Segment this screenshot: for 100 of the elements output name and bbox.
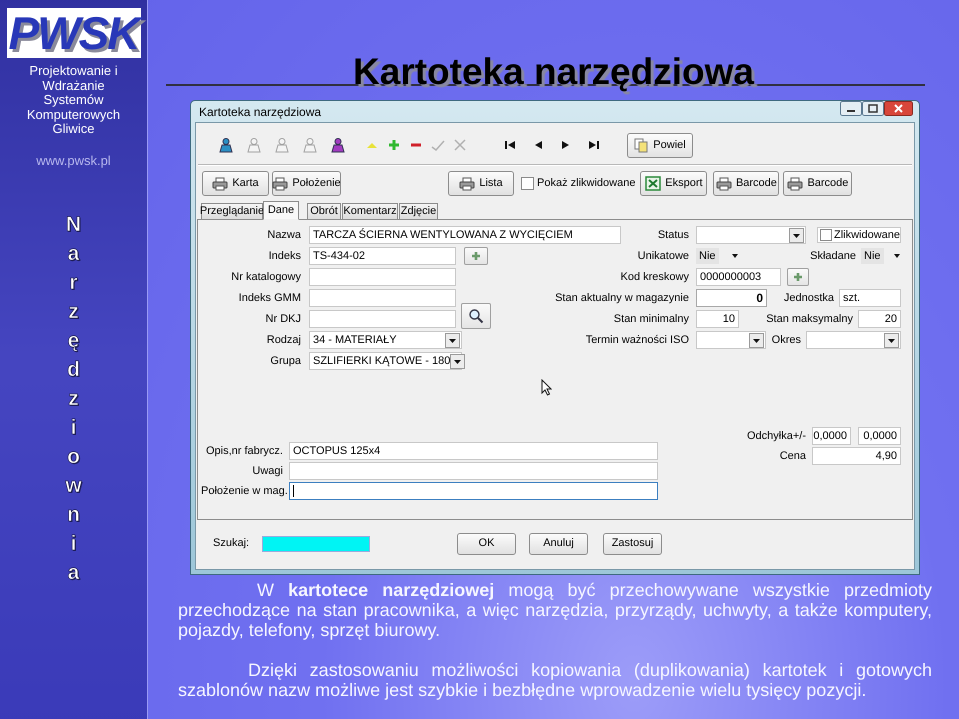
text-cursor — [293, 485, 294, 497]
dialog-button[interactable]: Zastosuj — [603, 532, 662, 554]
text-field[interactable] — [289, 482, 658, 500]
person-icon[interactable] — [218, 137, 234, 153]
search-field[interactable] — [262, 536, 370, 552]
text-field[interactable]: TS-434-02 — [309, 247, 456, 265]
printer-icon — [459, 176, 476, 190]
vertical-title: Narzędziownia — [65, 212, 82, 586]
text-field[interactable]: 20 — [858, 310, 901, 328]
text-field[interactable]: OCTOPUS 125x4 — [289, 442, 658, 460]
text-field[interactable]: 0,0000 — [858, 427, 901, 445]
field-label: Nr DKJ — [264, 312, 301, 327]
logo: PWSK — [6, 8, 140, 58]
field-label: Składane — [810, 248, 856, 264]
field-label: Opis,nr fabrycz. — [204, 444, 283, 459]
dropdown-value: SZLIFIERKI KĄTOWE - 180 — [313, 354, 450, 369]
spreadsheet-icon — [645, 176, 662, 191]
field-label: Status — [656, 228, 689, 243]
field-label: Stan aktualny w magazynie — [554, 290, 689, 306]
field-label: Unikatowe — [636, 248, 689, 264]
close-button[interactable] — [884, 101, 913, 116]
checkbox[interactable] — [820, 229, 832, 241]
dropdown[interactable]: Nie — [696, 248, 739, 264]
minimize-button[interactable] — [840, 101, 862, 116]
paragraph: Dzięki zastosowaniu możliwości kopiowania (duplikowania) kartotek i gotowych szablonów nazw możliwe jest szybkie i bezbłędne wprowadzenie wielu tysięcy pozycji. — [178, 660, 932, 700]
print-button[interactable]: Położenie — [272, 171, 341, 196]
caret-icon — [731, 253, 739, 259]
text-field[interactable]: 0000000003 — [696, 268, 781, 286]
checkbox[interactable] — [521, 177, 534, 190]
website-address[interactable]: www.pwsk.pl — [36, 152, 111, 168]
caret-icon — [893, 253, 901, 259]
printer-icon — [787, 176, 804, 190]
print-button[interactable]: Barcode — [783, 171, 852, 196]
tab[interactable]: Komentarz — [342, 203, 398, 219]
dialog-button[interactable]: OK — [457, 532, 516, 554]
field-label: Termin ważności ISO — [584, 332, 689, 348]
company-name-line: Komputerowych — [26, 108, 120, 122]
field-label: Odchyłka+/- — [747, 428, 806, 444]
slide-title: Kartoteka narzędziowa — [353, 52, 754, 92]
company-name-line: Wdrażanie — [42, 78, 105, 93]
maximize-button[interactable] — [862, 101, 884, 116]
field-label: Indeks — [268, 248, 301, 264]
printer-icon — [272, 176, 288, 190]
export-button[interactable]: Eksport — [640, 171, 708, 196]
company-name-line: Systemów — [44, 93, 104, 108]
copy-button[interactable]: Powiel — [627, 132, 693, 158]
field-label: Nr katalogowy — [230, 270, 301, 285]
field-label: Indeks GMM — [238, 290, 301, 306]
field-label: Kod kreskowy — [620, 270, 689, 285]
text-field[interactable]: 0,0000 — [812, 427, 851, 445]
search-button[interactable] — [461, 303, 491, 329]
dropdown[interactable]: 34 - MATERIAŁY — [309, 331, 462, 349]
field-label: Grupa — [269, 354, 301, 369]
add-button[interactable] — [787, 268, 809, 286]
dropdown[interactable]: Nie — [861, 248, 901, 264]
field-label: Szukaj: — [213, 536, 250, 552]
field-label: Stan maksymalny — [766, 312, 853, 327]
print-button[interactable]: Karta — [202, 171, 269, 196]
checkbox-label: Zlikwidowane — [834, 228, 900, 243]
text-field[interactable] — [309, 289, 456, 307]
field-label: Okres — [772, 332, 801, 348]
tab[interactable]: Zdjęcie — [399, 203, 438, 219]
search-icon — [468, 308, 484, 324]
add-button[interactable] — [464, 247, 488, 265]
paragraph: W kartotece narzędziowej mogą być przechowywane wszystkie przedmioty przechodzące na stan pracownika, a więc narzędzia, przyrządy, uchwyty, a także komputery, pojazdy, telefony, sprzęt biurowy. — [178, 580, 932, 640]
text-field[interactable]: 10 — [696, 310, 739, 328]
dropdown-value: Nie — [861, 248, 884, 264]
field-label: Nazwa — [266, 228, 301, 243]
documents-icon — [634, 138, 648, 152]
person-icon[interactable] — [330, 137, 346, 153]
tab[interactable]: Obrót — [307, 203, 341, 219]
tab[interactable]: Przeglądanie — [201, 203, 263, 219]
plus-icon[interactable] — [386, 137, 402, 153]
print-button[interactable]: Barcode — [713, 171, 780, 196]
field-label: Jednostka — [784, 290, 834, 306]
readonly-field[interactable]: 0 — [696, 289, 767, 307]
dropdown-value: 34 - MATERIAŁY — [313, 332, 397, 348]
field-label: Rodzaj — [266, 332, 301, 348]
text-field[interactable]: TARCZA ŚCIERNA WENTYLOWANA Z WYCIĘCIEM — [309, 226, 621, 244]
dropdown-value: Nie — [696, 248, 719, 264]
tab[interactable]: Dane — [263, 201, 299, 220]
field-label: Stan minimalny — [612, 312, 689, 327]
company-name-line: Projektowanie i — [29, 64, 118, 78]
printer-icon — [716, 176, 732, 190]
text-field[interactable] — [289, 462, 658, 480]
text-field[interactable] — [309, 310, 456, 328]
plus-icon — [471, 251, 481, 261]
printer-icon — [212, 176, 228, 190]
text-field[interactable] — [309, 268, 456, 286]
text-field[interactable]: szt. — [839, 289, 901, 307]
print-button[interactable]: Lista — [448, 171, 514, 196]
dialog-button[interactable]: Anuluj — [529, 532, 588, 554]
field-label: Uwagi — [251, 464, 283, 479]
window-title: Kartoteka narzędziowa — [199, 104, 322, 120]
field-label: Cena — [778, 448, 806, 464]
dropdown[interactable]: SZLIFIERKI KĄTOWE - 180 — [309, 352, 462, 370]
plus-icon — [793, 272, 803, 282]
text-field[interactable]: 4,90 — [812, 447, 901, 465]
company-name-line: Gliwice — [52, 122, 94, 136]
checkbox-label: Pokaż zlikwidowane — [537, 176, 636, 192]
